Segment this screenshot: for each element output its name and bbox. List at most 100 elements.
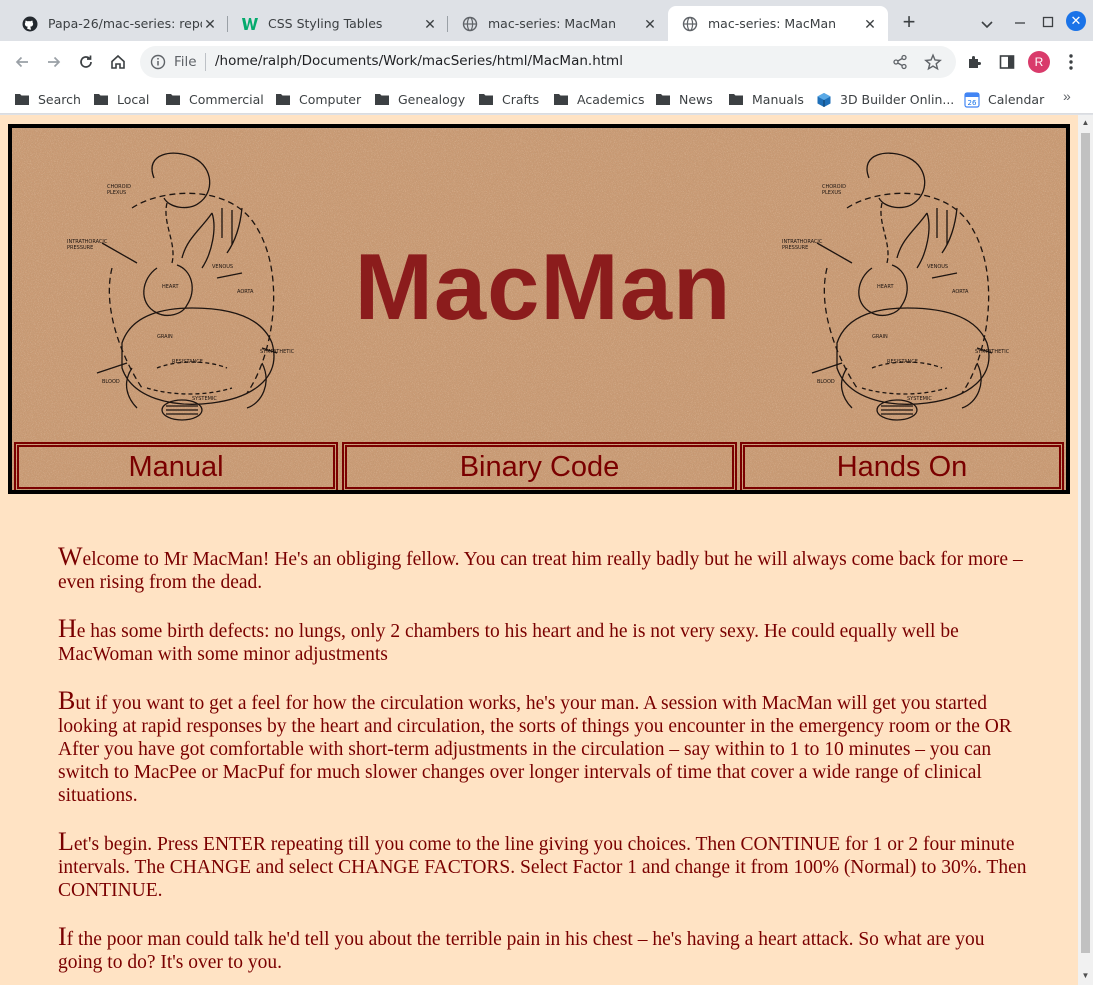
tab-macman[interactable]: mac-series: MacMan ✕ (448, 6, 668, 41)
page-title: MacMan (354, 234, 732, 339)
nav-label: Manual (128, 450, 224, 483)
bookmark-label: Crafts (502, 91, 540, 107)
home-icon[interactable] (106, 50, 130, 74)
folder-icon (93, 92, 109, 106)
close-icon[interactable]: ✕ (202, 16, 218, 32)
folder-icon (275, 92, 291, 106)
bookmark-genealogy[interactable]: Genealogy (374, 89, 465, 109)
scroll-down-arrow-icon[interactable]: ▼ (1081, 971, 1090, 980)
tab-github[interactable]: Papa-26/mac-series: repo ✕ (8, 6, 228, 41)
extensions-puzzle-icon[interactable] (966, 53, 984, 71)
drop-cap: W (58, 542, 83, 571)
tab-macman-active[interactable]: mac-series: MacMan ✕ (668, 6, 888, 41)
menu-kebab-icon[interactable] (1066, 52, 1076, 72)
forward-arrow-icon[interactable] (42, 50, 66, 74)
paragraph-text: f the poor man could talk he'd tell you … (58, 929, 985, 973)
3d-builder-icon (816, 92, 832, 107)
browser-toolbar: File /home/ralph/Documents/Work/macSerie… (0, 41, 1093, 83)
new-tab-button[interactable]: + (898, 11, 920, 34)
paragraph-text: elcome to Mr MacMan! He's an obliging fe… (58, 549, 1023, 593)
paragraph: Welcome to Mr MacMan! He's an obliging f… (58, 542, 1028, 594)
bookmark-calendar[interactable]: 26 Calendar (964, 89, 1044, 109)
bookmarks-overflow-chevron[interactable]: » (1063, 88, 1071, 104)
bookmark-label: Academics (577, 91, 645, 107)
github-icon (22, 16, 38, 32)
window-close-icon[interactable]: ✕ (1066, 11, 1086, 31)
drop-cap: B (58, 686, 76, 715)
bookmark-label: Computer (299, 91, 362, 107)
globe-icon (462, 16, 478, 32)
address-bar[interactable]: File /home/ralph/Documents/Work/macSerie… (140, 46, 956, 78)
reload-icon[interactable] (74, 50, 98, 74)
tab-title: mac-series: MacMan (488, 16, 617, 31)
svg-text:26: 26 (968, 99, 977, 107)
drop-cap: I (58, 922, 67, 951)
bookmark-crafts[interactable]: Crafts (478, 89, 539, 109)
nav-binary-code-button[interactable]: Binary Code (342, 442, 737, 490)
profile-avatar[interactable]: R (1028, 51, 1050, 73)
bookmark-manuals[interactable]: Manuals (728, 89, 804, 109)
intro-text: Welcome to Mr MacMan! He's an obliging f… (58, 542, 1028, 985)
back-arrow-icon[interactable] (10, 50, 34, 74)
scrollbar-thumb[interactable] (1081, 133, 1090, 953)
tab-title: CSS Styling Tables (268, 16, 383, 31)
bookmark-label: Calendar (988, 91, 1045, 107)
vertical-scrollbar[interactable]: ▲ ▼ (1078, 115, 1093, 985)
bookmark-label: Genealogy (398, 91, 466, 107)
info-icon[interactable] (150, 54, 166, 70)
drop-cap: H (58, 614, 77, 643)
page-viewport: CHOROID PLEXUS INTRATHORACIC PRESSURE VENO… (0, 115, 1078, 985)
scroll-up-arrow-icon[interactable]: ▲ (1081, 118, 1090, 127)
close-icon[interactable]: ✕ (862, 16, 878, 32)
bookmark-local[interactable]: Local (93, 89, 149, 109)
tab-strip: Papa-26/mac-series: repo ✕ CSS Styling T… (0, 0, 1093, 41)
svg-text:BLOOD: BLOOD (102, 379, 120, 385)
nav-label: Binary Code (459, 450, 620, 483)
url-text[interactable]: /home/ralph/Documents/Work/macSeries/htm… (215, 53, 623, 69)
close-icon[interactable]: ✕ (642, 16, 658, 32)
bookmark-label: Manuals (752, 91, 804, 107)
nav-hands-on-button[interactable]: Hands On (740, 442, 1064, 490)
folder-icon (553, 92, 569, 106)
bookmark-label: Local (117, 91, 150, 107)
bookmark-3d-builder[interactable]: 3D Builder Onlin... (816, 89, 954, 109)
paragraph: Let's begin. Press ENTER repeating till … (58, 827, 1028, 902)
svg-text:SYSTEMIC: SYSTEMIC (192, 396, 217, 402)
header-banner: CHOROID PLEXUS INTRATHORACIC PRESSURE VENO… (8, 124, 1070, 494)
bookmark-label: News (679, 91, 713, 107)
paragraph: If the poor man could talk he'd tell you… (58, 922, 1028, 974)
svg-text:SYMPATHETIC: SYMPATHETIC (975, 349, 1010, 355)
divider (205, 53, 206, 71)
share-icon[interactable] (892, 54, 908, 70)
svg-text:PLEXUS: PLEXUS (107, 190, 126, 196)
bookmark-computer[interactable]: Computer (275, 89, 361, 109)
side-panel-icon[interactable] (998, 53, 1016, 71)
w3schools-icon (242, 16, 258, 32)
folder-icon (14, 92, 30, 106)
scheme-label: File (174, 54, 197, 70)
bookmark-commercial[interactable]: Commercial (165, 89, 264, 109)
maximize-icon[interactable] (1038, 12, 1058, 32)
bookmark-star-icon[interactable] (924, 53, 942, 71)
bookmarks-bar: Search Local Commercial Computer Genealo… (0, 83, 1093, 114)
bookmark-academics[interactable]: Academics (553, 89, 645, 109)
svg-text:RESISTANCE: RESISTANCE (887, 359, 918, 365)
bookmark-search[interactable]: Search (14, 89, 81, 109)
bookmark-news[interactable]: News (655, 89, 713, 109)
bookmark-label: Commercial (189, 91, 264, 107)
svg-text:SYSTEMIC: SYSTEMIC (907, 396, 932, 402)
bookmark-label: 3D Builder Onlin... (840, 91, 955, 107)
svg-text:SYMPATHETIC: SYMPATHETIC (260, 349, 295, 355)
tab-css-styling-tables[interactable]: CSS Styling Tables ✕ (228, 6, 448, 41)
paragraph: But if you want to get a feel for how th… (58, 686, 1028, 807)
nav-label: Hands On (836, 450, 968, 483)
tab-search-chevron-icon[interactable] (977, 14, 997, 34)
folder-icon (165, 92, 181, 106)
folder-icon (374, 92, 390, 106)
drop-cap: L (58, 827, 74, 856)
minimize-icon[interactable] (1010, 12, 1030, 32)
nav-manual-button[interactable]: Manual (14, 442, 338, 490)
calendar-icon: 26 (964, 92, 980, 108)
paragraph-text: et's begin. Press ENTER repeating till y… (58, 834, 1027, 901)
close-icon[interactable]: ✕ (422, 16, 438, 32)
